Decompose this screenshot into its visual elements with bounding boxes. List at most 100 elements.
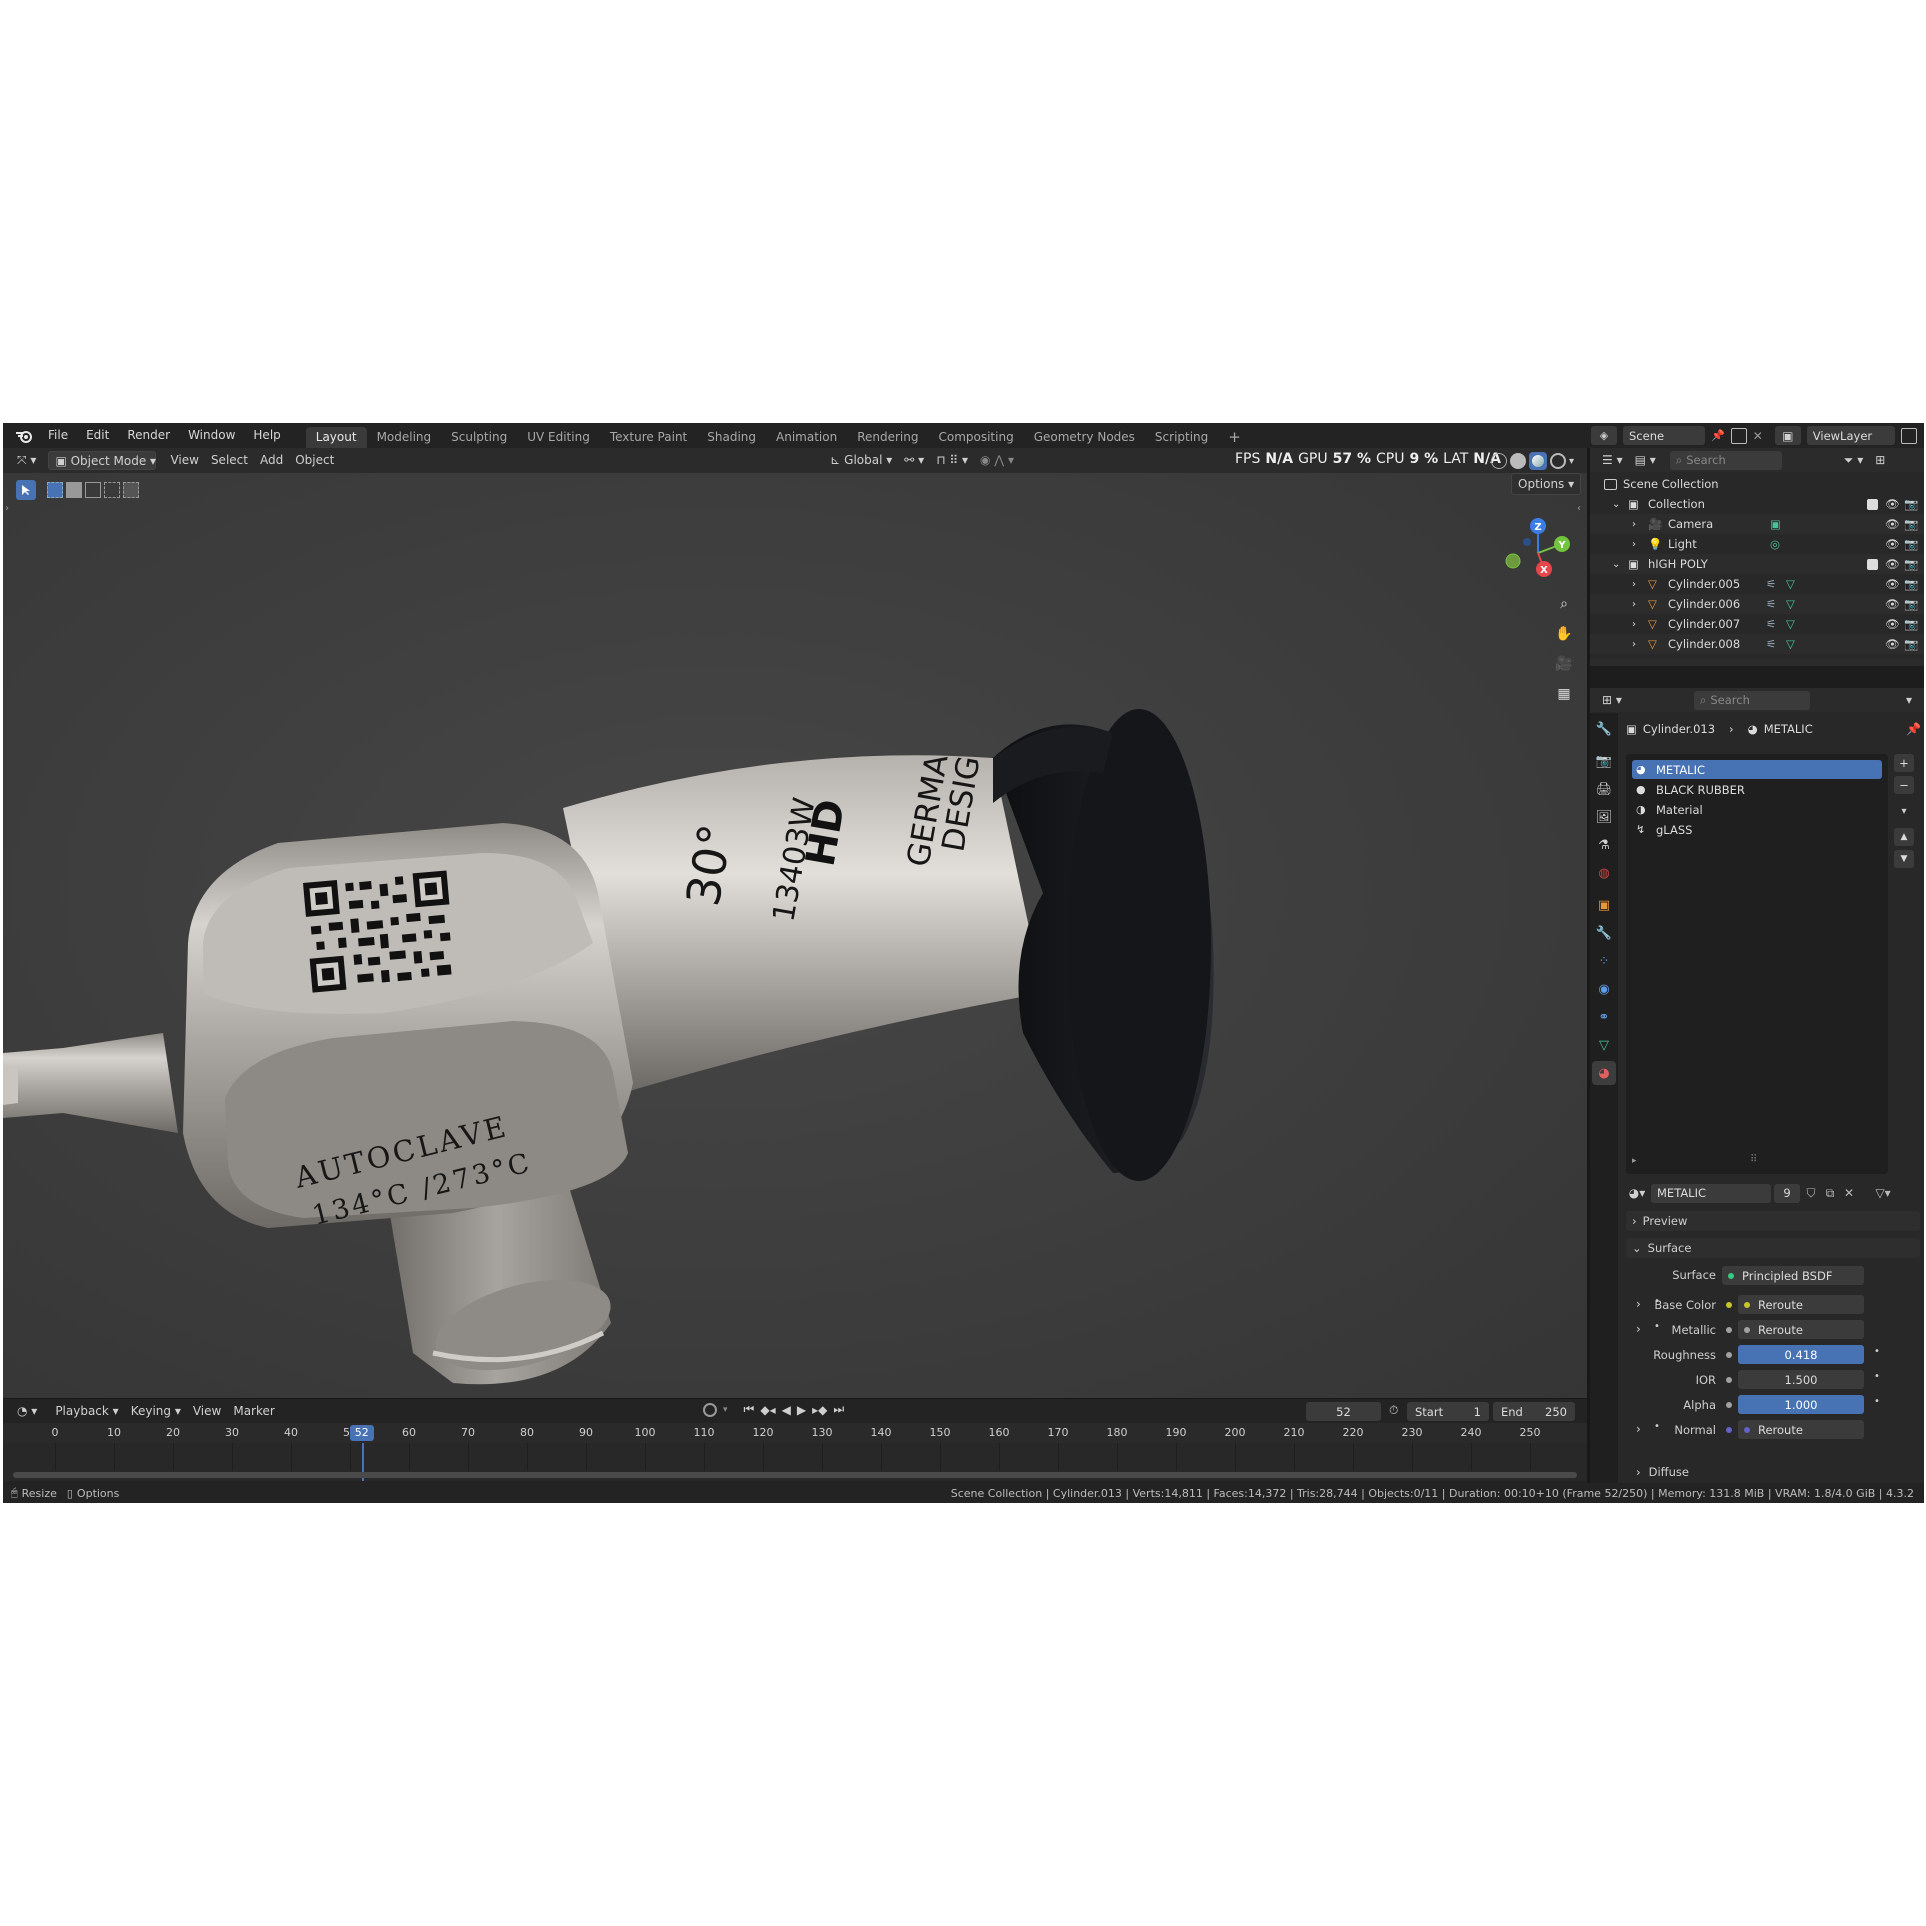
- outliner-row-collection[interactable]: ⌄ ▣ Collection 👁 📷: [1590, 494, 1924, 514]
- timeline-view-menu[interactable]: View: [187, 1402, 227, 1421]
- eye-visibility-icon[interactable]: 👁: [1885, 557, 1900, 571]
- exclude-checkbox-icon[interactable]: [1867, 558, 1878, 570]
- render-camera-icon[interactable]: 📷: [1904, 597, 1918, 611]
- timeline-scrollbar[interactable]: [13, 1472, 1577, 1478]
- render-camera-icon[interactable]: 📷: [1904, 617, 1918, 631]
- pin-icon[interactable]: 📌: [1711, 429, 1725, 442]
- viewlayer-icon[interactable]: ▣: [1774, 426, 1801, 445]
- eye-visibility-icon[interactable]: 👁: [1885, 537, 1900, 551]
- menu-view[interactable]: View: [164, 451, 204, 470]
- playhead-marker[interactable]: 52: [349, 1425, 374, 1441]
- eye-visibility-icon[interactable]: 👁: [1885, 517, 1900, 531]
- input-value-field[interactable]: 1.000: [1738, 1395, 1864, 1414]
- keyframe-dot-icon[interactable]: •: [1874, 1371, 1880, 1382]
- jump-end-icon[interactable]: ⏭: [833, 1402, 844, 1417]
- expand-chevron-icon[interactable]: ⌄: [1612, 499, 1624, 510]
- eye-visibility-icon[interactable]: 👁: [1885, 617, 1900, 631]
- surface-panel-header[interactable]: ⌄ Surface: [1626, 1238, 1920, 1258]
- browse-material-icon[interactable]: ◕▾: [1626, 1186, 1648, 1200]
- menu-render[interactable]: Render: [118, 423, 179, 448]
- prev-keyframe-icon[interactable]: ◆◂: [760, 1403, 775, 1417]
- start-frame-field[interactable]: Start 1: [1407, 1402, 1489, 1421]
- remove-slot-icon[interactable]: −: [1894, 776, 1914, 794]
- camera-data-icon[interactable]: ▣: [1770, 517, 1781, 531]
- particles-tab-icon[interactable]: ⁘: [1592, 949, 1616, 973]
- stopwatch-icon[interactable]: ⏱: [1389, 1403, 1398, 1418]
- expand-chevron-icon[interactable]: ›: [1632, 619, 1644, 630]
- exclude-checkbox-icon[interactable]: [1867, 498, 1878, 510]
- timeline-editor-type-icon[interactable]: ◔ ▾: [11, 1402, 43, 1421]
- unlink-material-icon[interactable]: ✕: [1841, 1186, 1857, 1200]
- menu-file[interactable]: File: [39, 423, 77, 448]
- menu-object[interactable]: Object: [289, 451, 340, 470]
- material-slot-item[interactable]: ● BLACK RUBBER: [1632, 780, 1882, 799]
- outliner-row-cylinder-006[interactable]: › ▽ Cylinder.006 ⚟ ▽ 👁 📷: [1590, 594, 1924, 614]
- slot-specials-chevron-icon[interactable]: ▾: [1894, 802, 1914, 820]
- render-tab-icon[interactable]: 📷: [1592, 749, 1616, 773]
- render-camera-icon[interactable]: 📷: [1904, 517, 1918, 531]
- user-count-badge[interactable]: 9: [1774, 1183, 1800, 1203]
- tab-texture-paint[interactable]: Texture Paint: [600, 427, 697, 448]
- mesh-data-icon[interactable]: ▽: [1786, 637, 1795, 651]
- solid-shading-icon[interactable]: [1510, 453, 1526, 469]
- keyframe-dot-icon[interactable]: •: [1874, 1346, 1880, 1357]
- input-value-field[interactable]: Reroute: [1738, 1320, 1864, 1339]
- menu-select[interactable]: Select: [205, 451, 254, 470]
- sidebar-expand-icon[interactable]: ‹: [1577, 503, 1581, 514]
- material-tab-icon[interactable]: ◕: [1592, 1061, 1616, 1085]
- expand-chevron-icon[interactable]: ›: [1632, 579, 1644, 590]
- pin-icon[interactable]: 📌: [1906, 722, 1921, 736]
- modifier-icon[interactable]: ⚟: [1766, 617, 1776, 631]
- tab-layout[interactable]: Layout: [305, 427, 367, 448]
- material-slot-item[interactable]: ◕ METALIC: [1632, 760, 1882, 779]
- 3d-viewport[interactable]: Options ▾ Z Y X ⌕ ✋ 🎥 ▦ AUTOCLAVE 134°C …: [3, 473, 1587, 1398]
- render-camera-icon[interactable]: 📷: [1904, 637, 1918, 651]
- modifier-icon[interactable]: ⚟: [1766, 597, 1776, 611]
- mode-dropdown[interactable]: ▣ Object Mode ▾: [48, 451, 157, 470]
- link-mode-icon[interactable]: ▽▾: [1868, 1186, 1898, 1200]
- current-frame-field[interactable]: 52: [1306, 1402, 1381, 1421]
- surface-shader-field[interactable]: Principled BSDF: [1722, 1266, 1864, 1285]
- outliner-row-cylinder-007[interactable]: › ▽ Cylinder.007 ⚟ ▽ 👁 📷: [1590, 614, 1924, 634]
- outliner-row-cylinder-005[interactable]: › ▽ Cylinder.005 ⚟ ▽ 👁 📷: [1590, 574, 1924, 594]
- menu-add[interactable]: Add: [254, 451, 289, 470]
- mesh-data-icon[interactable]: ▽: [1786, 597, 1795, 611]
- move-slot-down-icon[interactable]: ▼: [1894, 850, 1914, 868]
- material-name-field[interactable]: METALIC: [1651, 1183, 1771, 1203]
- pivot-icon[interactable]: ⚯ ▾: [898, 451, 930, 470]
- tool-tab-icon[interactable]: 🔧: [1592, 717, 1616, 741]
- delete-viewlayer-icon[interactable]: ✕: [1923, 429, 1924, 443]
- new-collection-icon[interactable]: ⊞: [1869, 451, 1891, 470]
- marker-menu[interactable]: Marker: [227, 1402, 280, 1421]
- socket-icon[interactable]: [1726, 1352, 1732, 1358]
- expand-chevron-icon[interactable]: ⌄: [1612, 559, 1624, 570]
- expand-chevron-icon[interactable]: ›: [1632, 599, 1644, 610]
- render-camera-icon[interactable]: 📷: [1904, 537, 1918, 551]
- diffuse-panel-header[interactable]: › Diffuse: [1626, 1463, 1920, 1481]
- tab-shading[interactable]: Shading: [697, 427, 766, 448]
- add-workspace-icon[interactable]: +: [1218, 427, 1251, 448]
- outliner-editor-type-icon[interactable]: ☰ ▾: [1596, 451, 1629, 470]
- tab-scripting[interactable]: Scripting: [1145, 427, 1218, 448]
- orientation-dropdown[interactable]: ⊾ Global ▾: [824, 451, 898, 470]
- editor-type-icon[interactable]: ⤧ ▾: [11, 451, 42, 470]
- physics-tab-icon[interactable]: ◉: [1592, 977, 1616, 1001]
- tab-geometry-nodes[interactable]: Geometry Nodes: [1024, 427, 1145, 448]
- play-icon[interactable]: ▶: [797, 1403, 806, 1417]
- eye-visibility-icon[interactable]: 👁: [1885, 597, 1900, 611]
- scene-icon[interactable]: ◈: [1591, 426, 1617, 445]
- next-keyframe-icon[interactable]: ▸◆: [812, 1403, 827, 1417]
- modifier-icon[interactable]: ⚟: [1766, 637, 1776, 651]
- viewlayer-name-field[interactable]: ViewLayer: [1806, 426, 1895, 445]
- socket-icon[interactable]: [1726, 1327, 1732, 1333]
- playback-menu[interactable]: Playback ▾: [49, 1402, 124, 1421]
- frame-ruler[interactable]: 0102030405060708090100110120130140150160…: [3, 1423, 1587, 1443]
- world-tab-icon[interactable]: ◍: [1592, 861, 1616, 885]
- eye-visibility-icon[interactable]: 👁: [1885, 497, 1900, 511]
- outliner-row-camera[interactable]: › 🎥 Camera ▣ 👁 📷: [1590, 514, 1924, 534]
- menu-help[interactable]: Help: [244, 423, 289, 448]
- fake-user-shield-icon[interactable]: ⛉: [1803, 1186, 1819, 1201]
- modifier-icon[interactable]: ⚟: [1766, 577, 1776, 591]
- duplicate-material-icon[interactable]: ⧉: [1822, 1186, 1838, 1201]
- new-scene-icon[interactable]: [1730, 427, 1747, 444]
